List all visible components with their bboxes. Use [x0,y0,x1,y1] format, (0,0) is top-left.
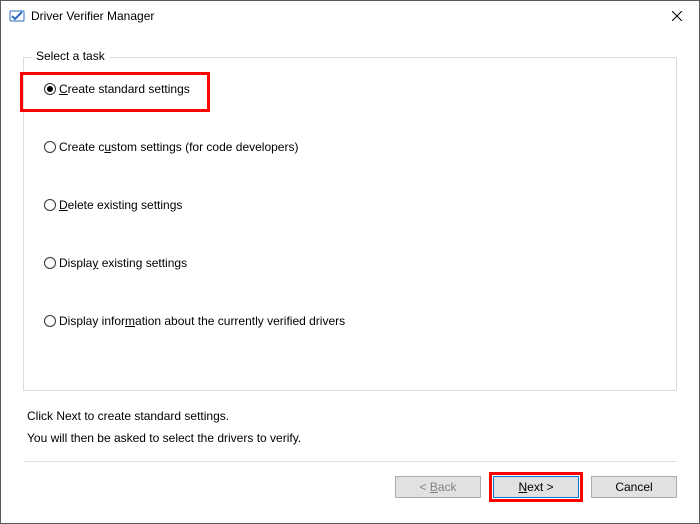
option-create-standard[interactable]: Create standard settings [44,82,190,96]
app-icon [9,8,25,24]
description: Click Next to create standard settings. … [27,405,673,449]
window-title: Driver Verifier Manager [31,9,654,23]
option-label: Create standard settings [59,82,190,96]
option-delete-existing[interactable]: Delete existing settings [44,198,182,212]
option-label: Display existing settings [59,256,187,270]
cancel-button[interactable]: Cancel [591,476,677,498]
option-create-custom[interactable]: Create custom settings (for code develop… [44,140,298,154]
option-label: Create custom settings (for code develop… [59,140,298,154]
radio-icon [44,141,56,153]
task-groupbox: Select a task Create standard settings C… [23,57,677,391]
titlebar: Driver Verifier Manager [1,1,699,31]
description-line1: Click Next to create standard settings. [27,405,673,427]
radio-icon [44,199,56,211]
options-list: Create standard settings Create custom s… [44,82,656,328]
close-icon [672,11,682,21]
option-label: Delete existing settings [59,198,182,212]
client-area: Select a task Create standard settings C… [1,31,699,523]
radio-icon [44,315,56,327]
groupbox-legend: Select a task [32,49,109,63]
next-button[interactable]: Next > [493,476,579,498]
radio-icon [44,257,56,269]
next-button-highlight-wrap: Next > [489,472,583,502]
option-display-info[interactable]: Display information about the currently … [44,314,345,328]
window: Driver Verifier Manager Select a task Cr… [0,0,700,524]
option-display-existing[interactable]: Display existing settings [44,256,187,270]
footer: < Back Next > Cancel [23,463,677,511]
back-button: < Back [395,476,481,498]
close-button[interactable] [654,1,699,31]
option-label: Display information about the currently … [59,314,345,328]
description-line2: You will then be asked to select the dri… [27,427,673,449]
radio-icon [44,83,56,95]
